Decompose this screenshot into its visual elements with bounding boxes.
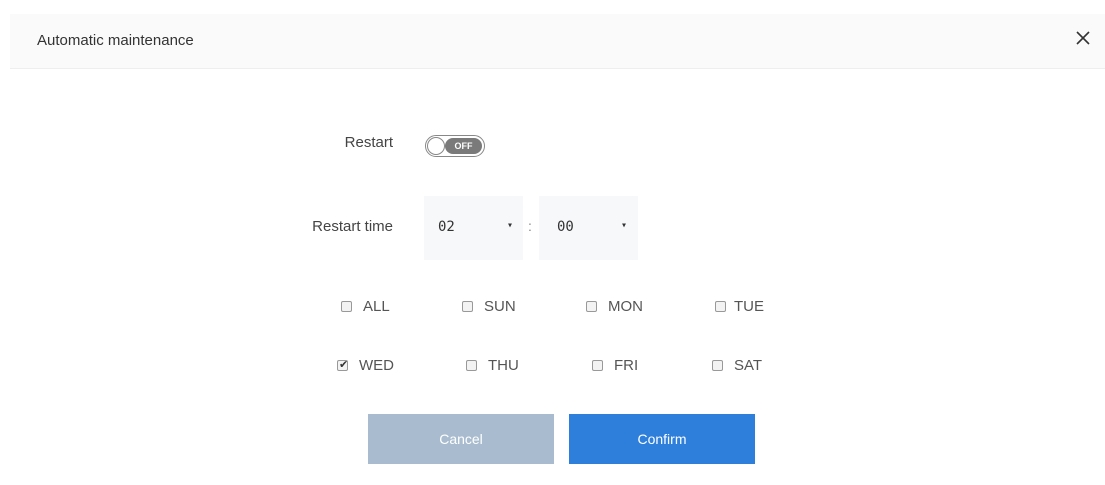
checkbox-box[interactable]	[462, 301, 473, 312]
chevron-down-icon: ▾	[621, 220, 628, 231]
checkbox-box[interactable]	[586, 301, 597, 312]
checkbox-box[interactable]	[712, 360, 723, 371]
restart-toggle[interactable]: OFF	[425, 135, 485, 157]
checkbox-label: SAT	[734, 357, 763, 374]
checkbox-label: FRI	[614, 357, 639, 374]
checkbox-label: SUN	[484, 298, 516, 315]
restart-time-label: Restart time	[312, 218, 393, 235]
toggle-state-text: OFF	[445, 138, 482, 154]
restart-label: Restart	[344, 134, 393, 151]
confirm-button[interactable]: Confirm	[569, 414, 755, 464]
checkbox-label: ALL	[363, 298, 390, 315]
checkmark-icon: ✔	[339, 359, 349, 371]
checkbox-box-checked[interactable]: ✔	[337, 359, 349, 371]
checkbox-label: TUE	[734, 298, 764, 315]
checkbox-label: MON	[608, 298, 643, 315]
toggle-knob	[427, 137, 445, 155]
chevron-down-icon: ▾	[507, 220, 514, 231]
checkbox-box[interactable]	[715, 301, 726, 312]
checkbox-box[interactable]	[592, 360, 603, 371]
hour-value: 02	[438, 219, 455, 235]
dialog-header: Automatic maintenance	[10, 14, 1105, 69]
minute-select[interactable]: 00 ▾	[539, 196, 638, 260]
dialog-title: Automatic maintenance	[37, 32, 194, 49]
checkbox-box[interactable]	[466, 360, 477, 371]
close-icon[interactable]	[1071, 26, 1095, 50]
minute-value: 00	[557, 219, 574, 235]
hour-select[interactable]: 02 ▾	[424, 196, 523, 260]
time-separator: :	[528, 218, 532, 234]
cancel-button[interactable]: Cancel	[368, 414, 554, 464]
automatic-maintenance-dialog: Automatic maintenance Restart OFF Restar…	[0, 0, 1105, 485]
checkbox-label: WED	[359, 357, 394, 374]
close-icon-svg	[1076, 31, 1090, 45]
checkbox-label: THU	[488, 357, 519, 374]
checkbox-box[interactable]	[341, 301, 352, 312]
